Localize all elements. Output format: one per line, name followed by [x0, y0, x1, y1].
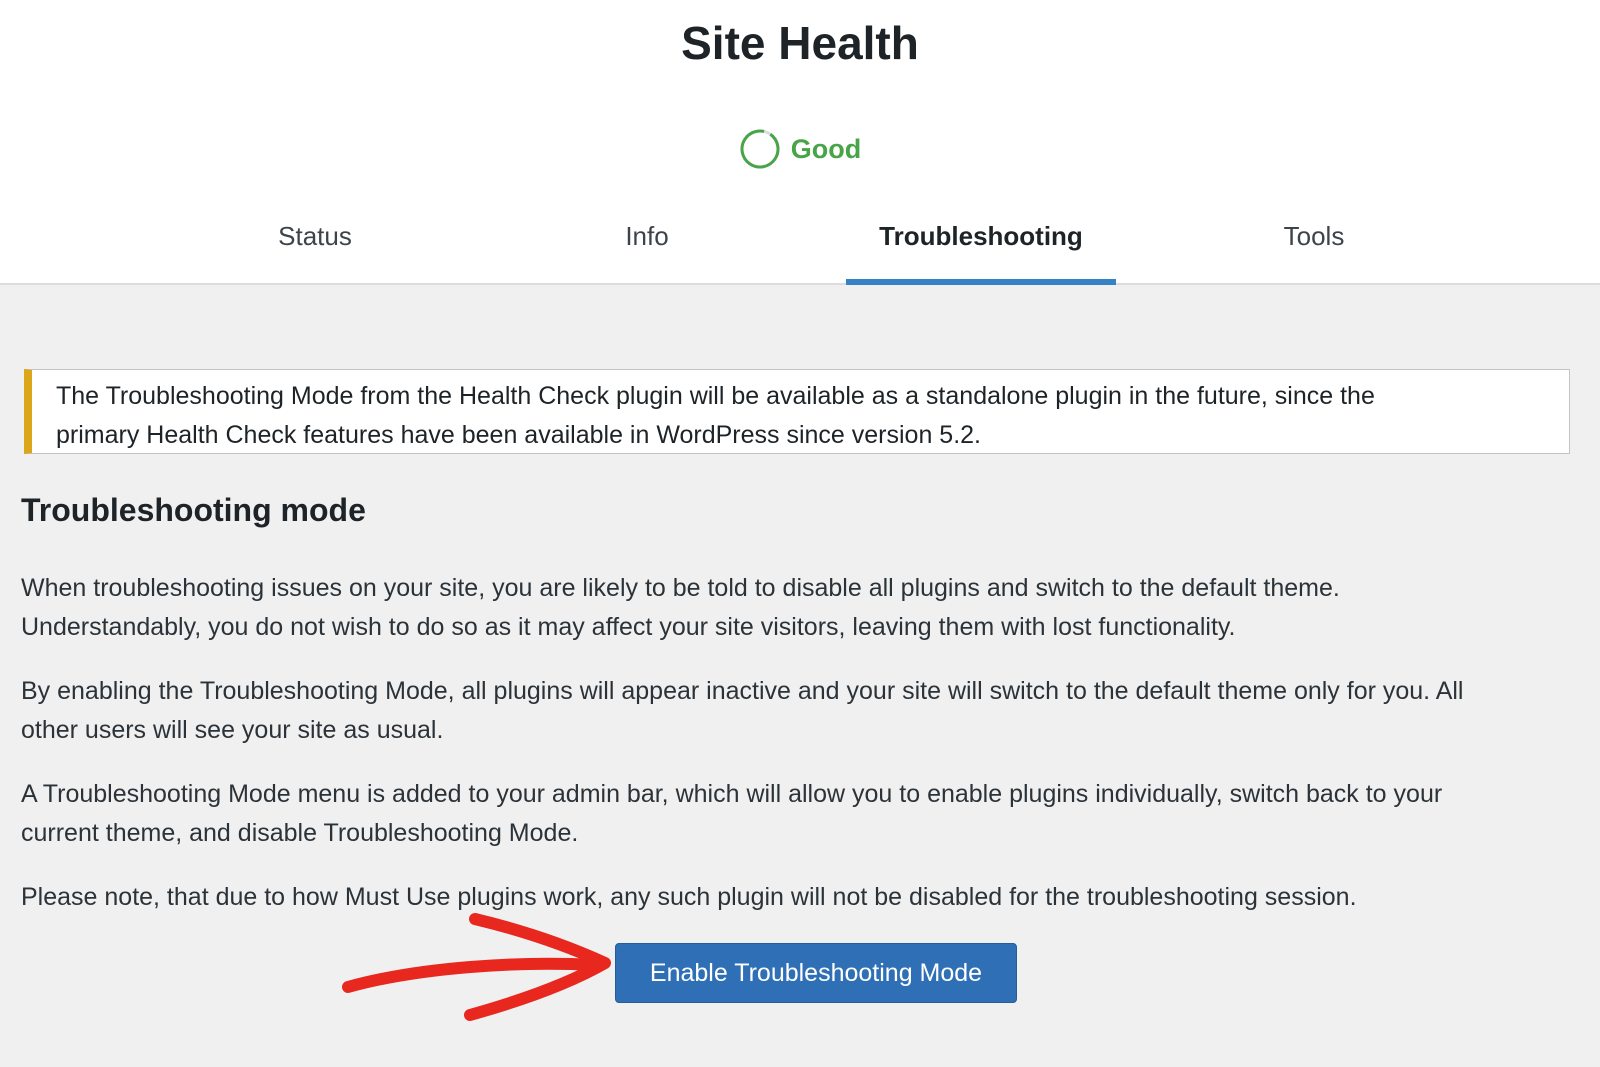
- tab-info[interactable]: Info: [512, 205, 782, 285]
- tab-label: Status: [278, 221, 352, 251]
- paragraph-line: A Troubleshooting Mode menu is added to …: [21, 780, 1443, 808]
- paragraph-line: Please note, that due to how Must Use pl…: [21, 883, 1357, 911]
- tab-label: Troubleshooting: [879, 221, 1083, 251]
- paragraph: When troubleshooting issues on your site…: [21, 569, 1591, 647]
- progress-ring-icon: [740, 129, 780, 169]
- tab-status[interactable]: Status: [180, 205, 450, 285]
- paragraph-line: By enabling the Troubleshooting Mode, al…: [21, 677, 1464, 705]
- paragraph-line: When troubleshooting issues on your site…: [21, 574, 1340, 602]
- site-health-header: Site Health Good Status Info Troubleshoo…: [0, 0, 1600, 285]
- paragraph-line: Understandably, you do not wish to do so…: [21, 613, 1236, 641]
- tab-troubleshooting[interactable]: Troubleshooting: [846, 205, 1116, 285]
- notice-line: The Troubleshooting Mode from the Health…: [56, 382, 1375, 410]
- notice-line: primary Health Check features have been …: [56, 421, 981, 449]
- notice-banner: The Troubleshooting Mode from the Health…: [24, 369, 1570, 454]
- paragraph-line: current theme, and disable Troubleshooti…: [21, 819, 579, 847]
- paragraph: By enabling the Troubleshooting Mode, al…: [21, 672, 1591, 750]
- paragraph: A Troubleshooting Mode menu is added to …: [21, 775, 1591, 853]
- paragraph-line: other users will see your site as usual.: [21, 716, 444, 744]
- tab-label: Info: [625, 221, 669, 251]
- enable-troubleshooting-button[interactable]: Enable Troubleshooting Mode: [615, 943, 1017, 1003]
- section-title: Troubleshooting mode: [21, 492, 366, 528]
- page-title: Site Health: [681, 17, 919, 69]
- tab-tools[interactable]: Tools: [1179, 205, 1449, 285]
- tab-bar: Status Info Troubleshooting Tools: [0, 205, 1600, 285]
- status-label: Good: [790, 133, 862, 164]
- tab-label: Tools: [1283, 221, 1345, 251]
- annotation-arrow-icon: [342, 913, 611, 1021]
- health-status: Good: [0, 128, 1600, 170]
- paragraph: Please note, that due to how Must Use pl…: [21, 878, 1591, 917]
